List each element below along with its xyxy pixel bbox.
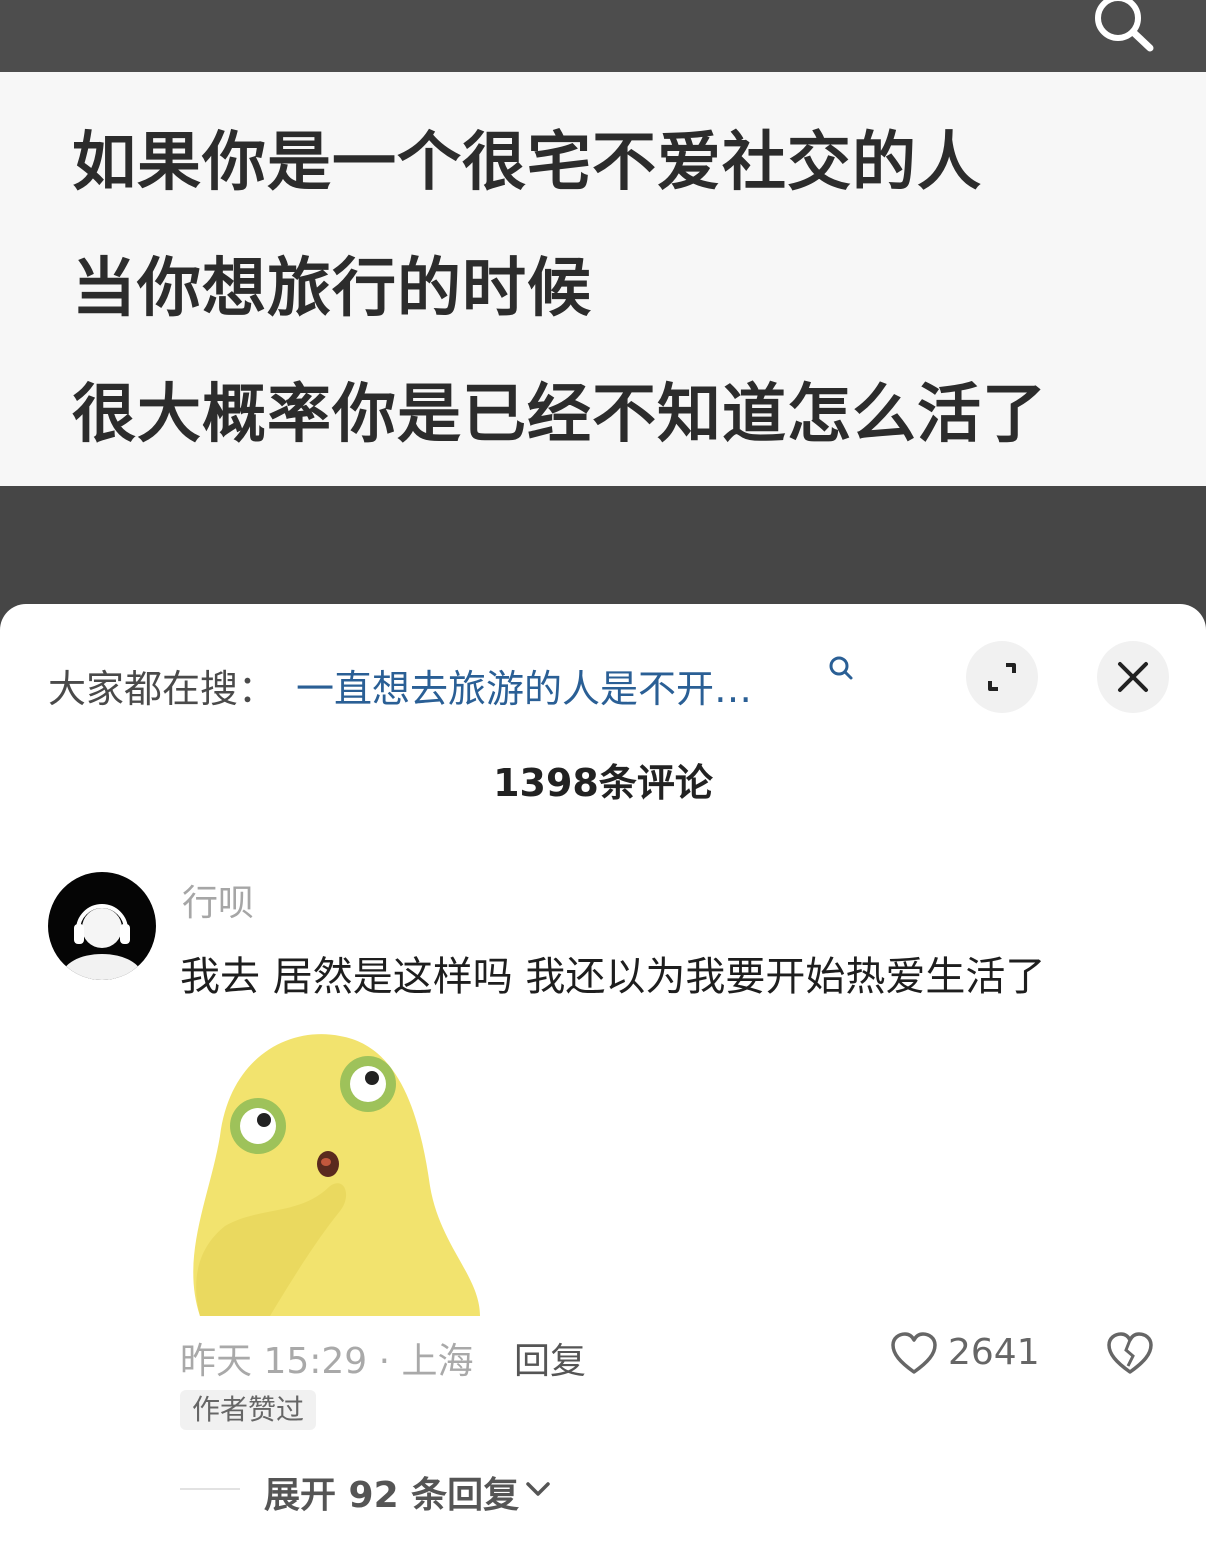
comment-time-location: 昨天 15:29 · 上海 xyxy=(180,1341,474,1382)
comments-sheet: 大家都在搜： 一直想去旅游的人是不开… 1398条评论 行呗 我去 居然是这样吗… xyxy=(0,604,1206,1545)
expand-replies[interactable]: 展开 92 条回复 xyxy=(180,1464,780,1516)
comment-count: 1398条评论 xyxy=(493,761,713,805)
close-icon xyxy=(1118,662,1148,692)
video-top-bar xyxy=(0,0,1206,72)
divider xyxy=(180,1488,240,1490)
sticker-image[interactable] xyxy=(180,1016,481,1316)
search-suggestion-query[interactable]: 一直想去旅游的人是不开… xyxy=(296,658,752,713)
expand-button[interactable] xyxy=(966,641,1038,713)
author-liked-badge: 作者赞过 xyxy=(180,1390,317,1430)
chevron-down-icon xyxy=(524,1478,552,1502)
close-button[interactable] xyxy=(1097,641,1169,713)
caption-line: 如果你是一个很宅不爱社交的人 xyxy=(72,126,982,200)
comment-username[interactable]: 行呗 xyxy=(182,874,254,926)
reply-button[interactable]: 回复 xyxy=(514,1332,586,1384)
search-icon[interactable] xyxy=(826,654,856,684)
avatar[interactable] xyxy=(48,872,156,980)
broken-heart-icon[interactable] xyxy=(1106,1332,1154,1376)
search-suggestion-prefix: 大家都在搜： xyxy=(48,667,277,711)
like-count: 2641 xyxy=(948,1332,1040,1373)
comment-meta: 昨天 15:29 · 上海 回复 2641 xyxy=(180,1332,1170,1382)
screen: 如果你是一个很宅不爱社交的人 当你想旅行的时候 很大概率你是已经不知道怎么活了 … xyxy=(0,0,1206,1545)
expand-icon xyxy=(988,663,1016,691)
video-slide[interactable]: 如果你是一个很宅不爱社交的人 当你想旅行的时候 很大概率你是已经不知道怎么活了 xyxy=(0,72,1206,486)
expand-replies-label[interactable]: 展开 92 条回复 xyxy=(264,1466,519,1518)
search-icon[interactable] xyxy=(1088,0,1158,56)
caption-line: 很大概率你是已经不知道怎么活了 xyxy=(72,378,1047,452)
caption-line: 当你想旅行的时候 xyxy=(72,252,592,326)
heart-icon[interactable] xyxy=(890,1332,938,1376)
comment-text: 我去 居然是这样吗 我还以为我要开始热爱生活了 xyxy=(180,954,1046,1000)
